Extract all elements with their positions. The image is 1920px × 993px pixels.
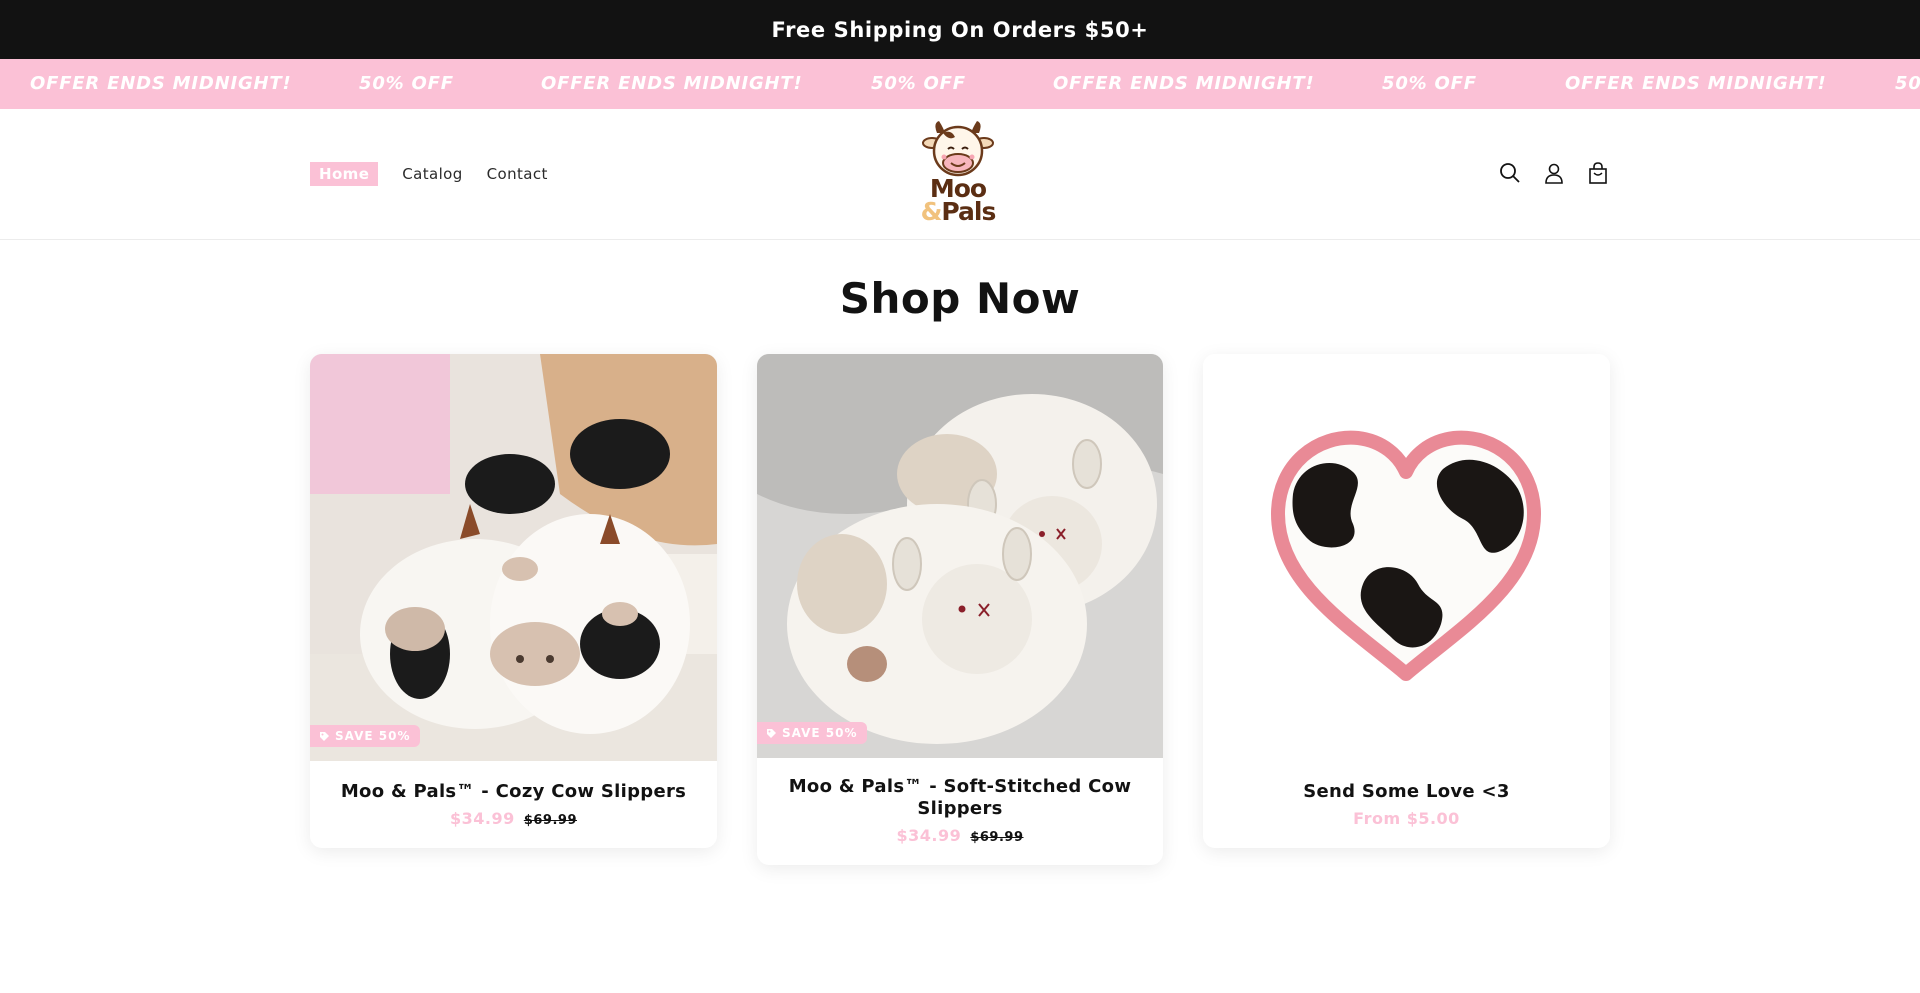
product-title[interactable]: Moo & Pals™ - Cozy Cow Slippers [324,781,703,803]
header-icons [1498,161,1610,185]
marquee-item: 50% OFF [871,73,966,94]
sale-price: From $5.00 [1353,809,1460,828]
sale-badge: SAVE 50% [757,722,867,744]
logo-ampersand: & [920,197,943,226]
nav-link-home[interactable]: Home [310,162,379,186]
product-price: $34.99 $69.99 [324,809,703,828]
promo-marquee: OFFER ENDS MIDNIGHT! 50% OFF OFFER ENDS … [0,59,1920,109]
product-info: Moo & Pals™ - Soft-Stitched Cow Slippers… [757,758,1163,865]
marquee-item: 50% OFF [359,73,454,94]
cart-icon[interactable] [1586,161,1610,185]
cow-print-heart-icon [1203,354,1610,761]
sale-badge-label: SAVE 50% [782,726,858,740]
product-card[interactable]: Send Some Love <3 From $5.00 [1203,354,1610,848]
product-info: Send Some Love <3 From $5.00 [1203,761,1610,848]
logo-line-2-text: Pals [941,197,996,226]
product-image[interactable] [1203,354,1610,761]
marquee-item: OFFER ENDS MIDNIGHT! [1565,73,1827,94]
tag-icon [767,728,776,738]
marquee-item: 50% OFF [1382,73,1477,94]
product-image[interactable]: SAVE 50% [757,354,1163,758]
nav-link-contact[interactable]: Contact [487,165,548,183]
announcement-text: Free Shipping On Orders $50+ [771,17,1149,42]
product-price: $34.99 $69.99 [781,826,1139,845]
compare-price: $69.99 [970,830,1024,845]
sale-price: $34.99 [896,826,962,845]
product-card[interactable]: SAVE 50% Moo & Pals™ - Cozy Cow Slippers… [310,354,717,848]
compare-price: $69.99 [523,813,577,828]
marquee-item: 50% OFF [1895,73,1920,94]
main-nav: Home Catalog Contact [310,162,548,186]
product-title[interactable]: Send Some Love <3 [1217,781,1596,803]
logo-wordmark: Moo &Pals [915,176,1001,226]
sale-badge: SAVE 50% [310,725,420,747]
logo-line-2: &Pals [915,197,1001,226]
brand-logo[interactable]: Moo &Pals [915,119,1001,229]
product-card[interactable]: SAVE 50% Moo & Pals™ - Soft-Stitched Cow… [757,354,1163,865]
announcement-bar: Free Shipping On Orders $50+ [0,0,1920,59]
marquee-item: OFFER ENDS MIDNIGHT! [30,73,292,94]
sale-price: $34.99 [449,809,515,828]
sale-badge-label: SAVE 50% [335,729,411,743]
page-title: Shop Now [839,274,1081,323]
product-image[interactable]: SAVE 50% [310,354,717,761]
nav-link-catalog[interactable]: Catalog [402,165,462,183]
marquee-item: OFFER ENDS MIDNIGHT! [541,73,803,94]
product-title[interactable]: Moo & Pals™ - Soft-Stitched Cow Slippers [781,776,1139,820]
product-price: From $5.00 [1217,809,1596,828]
site-header: Home Catalog Contact Moo &Pals [0,109,1920,240]
cow-mascot-icon [922,121,994,177]
search-icon[interactable] [1498,161,1522,185]
marquee-item: OFFER ENDS MIDNIGHT! [1053,73,1315,94]
product-info: Moo & Pals™ - Cozy Cow Slippers $34.99 $… [310,761,717,848]
tag-icon [320,731,329,741]
account-icon[interactable] [1542,161,1566,185]
